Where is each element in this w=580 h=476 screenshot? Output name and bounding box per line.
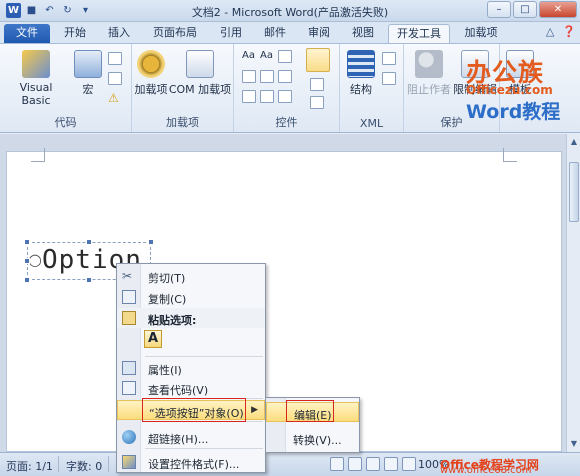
tab-file[interactable]: 文件 xyxy=(4,24,50,43)
properties-icon[interactable] xyxy=(310,78,324,91)
pause-recording-icon[interactable] xyxy=(108,72,122,85)
tab-home[interactable]: 开始 xyxy=(56,24,94,43)
status-separator xyxy=(58,456,59,472)
tab-insert[interactable]: 插入 xyxy=(100,24,138,43)
tab-mailings[interactable]: 邮件 xyxy=(256,24,294,43)
group-code: Visual Basic 宏 ⚠ 代码 xyxy=(0,44,132,132)
menu-item-paste-options: 粘贴选项: xyxy=(117,308,265,328)
tab-review[interactable]: 审阅 xyxy=(300,24,338,43)
rich-text-control-icon[interactable]: Aa xyxy=(242,50,255,61)
brand-url: Officezu.com xyxy=(466,83,553,97)
margin-corner-tr xyxy=(503,148,517,162)
menu-item-format-control[interactable]: 设置控件格式(F)... xyxy=(117,452,265,472)
structure-button[interactable]: 结构 xyxy=(346,50,376,97)
full-screen-reading-icon[interactable] xyxy=(348,457,362,471)
com-addin-button[interactable]: COM 加载项 xyxy=(168,50,232,97)
scroll-down-icon[interactable]: ▼ xyxy=(568,438,580,450)
group-icon[interactable] xyxy=(310,96,324,109)
close-button[interactable]: ✕ xyxy=(539,1,577,18)
web-layout-icon[interactable] xyxy=(366,457,380,471)
submenu-item-convert[interactable]: 转换(V)... xyxy=(266,428,359,448)
ribbon-tabs: 文件 开始 插入 页面布局 引用 邮件 审阅 视图 开发工具 加载项 △ ❓ xyxy=(0,22,580,43)
print-layout-icon[interactable] xyxy=(330,457,344,471)
macro-button[interactable]: 宏 xyxy=(72,50,104,97)
brand-subtitle: Word教程 xyxy=(466,101,561,123)
checkbox-control-icon[interactable] xyxy=(260,90,274,103)
date-picker-control-icon[interactable] xyxy=(242,90,256,103)
resize-handle[interactable] xyxy=(86,239,92,245)
menu-separator xyxy=(145,448,263,449)
macro-security-icon[interactable]: ⚠ xyxy=(108,92,122,105)
schema-icon[interactable] xyxy=(382,52,396,65)
group-controls: Aa Aa 控件 xyxy=(234,44,340,132)
properties-icon xyxy=(122,361,136,375)
word-count[interactable]: 字数: 0 xyxy=(66,458,102,474)
resize-handle[interactable] xyxy=(24,258,30,264)
dropdown-control-icon[interactable] xyxy=(278,70,292,83)
com-addin-icon xyxy=(186,50,214,78)
title-bar: W ■ ↶ ↻ ▾ 文档2 - Microsoft Word(产品激活失败) –… xyxy=(0,0,580,22)
gear-icon xyxy=(137,50,165,78)
globe-link-icon xyxy=(122,430,136,444)
resize-handle[interactable] xyxy=(24,239,30,245)
margin-corner-tl xyxy=(31,148,45,162)
copy-icon xyxy=(122,290,136,304)
scroll-up-icon[interactable]: ▲ xyxy=(568,136,580,148)
xml-structure-icon xyxy=(347,50,375,78)
block-authors-button[interactable]: 阻止作者 xyxy=(406,50,452,97)
resize-handle[interactable] xyxy=(148,239,154,245)
menu-item-cut[interactable]: ✂ 剪切(T) xyxy=(117,266,265,286)
plain-text-control-icon[interactable]: Aa xyxy=(260,50,273,61)
site-watermark-url: www.office68.com xyxy=(440,465,532,476)
vertical-scrollbar[interactable]: ▲ ▼ xyxy=(566,134,580,452)
status-separator xyxy=(108,456,109,472)
tab-references[interactable]: 引用 xyxy=(212,24,250,43)
group-xml: 结构 XML xyxy=(340,44,404,132)
paste-keep-text-button[interactable]: A xyxy=(144,330,162,348)
resize-handle[interactable] xyxy=(86,277,92,283)
minimize-ribbon-icon[interactable]: △ xyxy=(546,25,554,38)
legacy-tools-icon[interactable] xyxy=(278,90,292,103)
block-authors-icon xyxy=(415,50,443,78)
record-macro-icon[interactable] xyxy=(108,52,122,65)
submenu-arrow-icon: ▶ xyxy=(251,405,258,415)
annotation-box xyxy=(142,398,246,422)
context-menu: ✂ 剪切(T) 复制(C) 粘贴选项: 属性(I) 查看代码(V) “选项按钮”… xyxy=(116,263,266,473)
tab-view[interactable]: 视图 xyxy=(344,24,382,43)
maximize-button[interactable]: □ xyxy=(513,1,537,18)
group-addins: 加载项 COM 加载项 加载项 xyxy=(132,44,234,132)
transformation-icon[interactable] xyxy=(382,72,396,85)
draft-icon[interactable] xyxy=(402,457,416,471)
visual-basic-icon xyxy=(22,50,50,78)
tab-developer[interactable]: 开发工具 xyxy=(388,24,450,43)
paste-icon xyxy=(122,311,136,325)
help-icon[interactable]: ❓ xyxy=(562,25,576,38)
minimize-button[interactable]: – xyxy=(487,1,511,18)
menu-item-properties[interactable]: 属性(I) xyxy=(117,358,265,378)
annotation-box xyxy=(286,400,334,422)
resize-handle[interactable] xyxy=(24,277,30,283)
scroll-thumb[interactable] xyxy=(569,162,579,222)
tab-addins[interactable]: 加载项 xyxy=(456,24,506,43)
design-mode-icon[interactable] xyxy=(306,48,330,72)
page-count[interactable]: 页面: 1/1 xyxy=(6,458,53,474)
tab-page-layout[interactable]: 页面布局 xyxy=(144,24,206,43)
outline-icon[interactable] xyxy=(384,457,398,471)
macro-icon xyxy=(74,50,102,78)
menu-item-hyperlink[interactable]: 超链接(H)... xyxy=(117,427,265,447)
view-code-icon xyxy=(122,381,136,395)
building-block-control-icon[interactable] xyxy=(242,70,256,83)
visual-basic-button[interactable]: Visual Basic xyxy=(4,50,68,107)
combo-box-control-icon[interactable] xyxy=(260,70,274,83)
menu-item-view-code[interactable]: 查看代码(V) xyxy=(117,378,265,398)
menu-separator xyxy=(145,356,263,357)
format-control-icon xyxy=(122,455,136,469)
menu-item-copy[interactable]: 复制(C) xyxy=(117,287,265,307)
scissors-icon: ✂ xyxy=(122,269,133,283)
picture-control-icon[interactable] xyxy=(278,50,292,63)
addin-button[interactable]: 加载项 xyxy=(134,50,168,97)
